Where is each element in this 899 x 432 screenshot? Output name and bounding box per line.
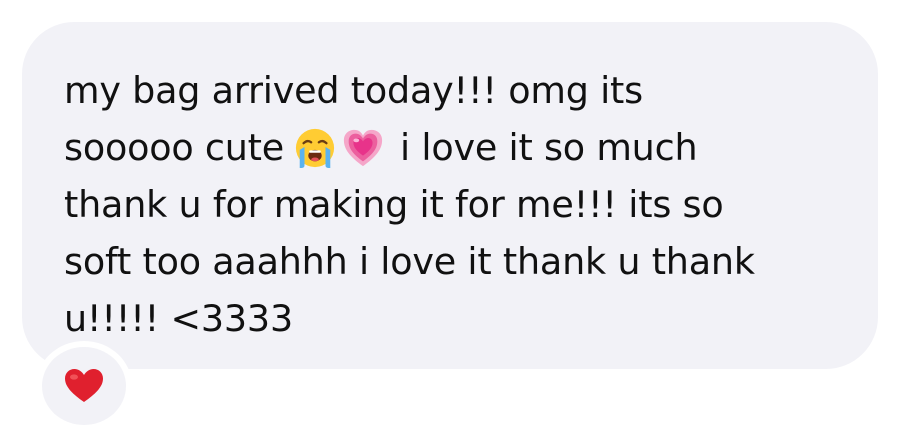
- message-line: sooooo cute i love it so much: [64, 119, 838, 176]
- message-text: sooooo cute: [64, 126, 285, 169]
- message-line: soft too aaahhh i love it thank u thank: [64, 240, 755, 283]
- message-line: thank u for making it for me!!! its so: [64, 183, 724, 226]
- message-bubble[interactable]: my bag arrived today!!! omg its sooooo c…: [22, 22, 878, 369]
- red-heart-icon: [65, 369, 103, 402]
- loudly-crying-face-icon: [295, 128, 335, 169]
- message-line: my bag arrived today!!! omg its: [64, 69, 643, 112]
- growing-heart-icon: [343, 129, 383, 167]
- reaction-badge-outline: [36, 341, 132, 431]
- message-text: i love it so much: [400, 126, 698, 169]
- reaction-badge[interactable]: [42, 347, 126, 425]
- message-line: u!!!!! <3333: [64, 297, 293, 340]
